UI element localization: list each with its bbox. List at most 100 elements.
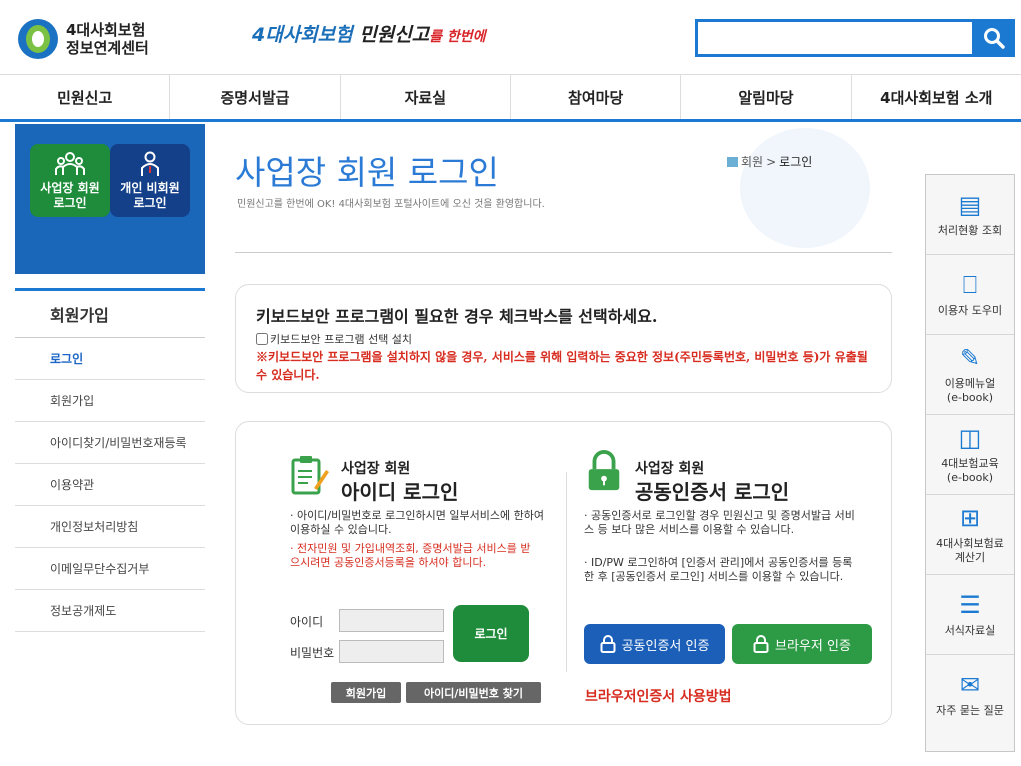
nav-item-about[interactable]: 4대사회보험 소개 [852, 75, 1021, 119]
side-menu-item-disclosure[interactable]: 정보공개제도 [15, 590, 205, 632]
nav-item-archive[interactable]: 자료실 [341, 75, 511, 119]
search-button[interactable] [972, 19, 1015, 57]
keyboard-security-checkbox[interactable] [256, 333, 268, 345]
browser-auth-button-label: 브라우저 인증 [775, 638, 851, 654]
side-menu-item-terms[interactable]: 이용약관 [15, 464, 205, 506]
keyboard-security-option[interactable]: 키보드보안 프로그램 선택 설치 [256, 331, 871, 347]
nav-item-notice[interactable]: 알림마당 [681, 75, 852, 119]
keyboard-security-checkbox-label[interactable]: 키보드보안 프로그램 선택 설치 [270, 331, 412, 347]
login-type-panel: 사업장 회원 로그인 개인 비회원 로그인 [15, 124, 205, 274]
calculator-icon: ⊞ [959, 503, 981, 532]
cert-auth-button-label: 공동인증서 인증 [621, 638, 710, 654]
cert-login-info-2: · ID/PW 로그인하여 [인증서 관리]에서 공동인증서를 등록한 후 [공… [584, 556, 853, 583]
document-search-icon: ▤ [958, 190, 982, 219]
quick-faq-label: 자주 묻는 질문 [936, 704, 1004, 717]
group-icon [55, 152, 85, 175]
lock-icon [753, 635, 769, 653]
logo-mark-icon [18, 19, 58, 59]
manual-icon: ✎ [959, 343, 981, 372]
search-input[interactable] [695, 19, 972, 57]
keyboard-security-warning: ※키보드보안 프로그램을 설치하지 않을 경우, 서비스를 위해 입력하는 중요… [256, 350, 868, 382]
id-login-info-1-text: 아이디/비밀번호로 로그인하시면 일부서비스에 한하여 이용하실 수 있습니다. [290, 509, 544, 536]
breadcrumb-current: 로그인 [779, 155, 813, 169]
cert-login-subtitle: 사업장 회원 [635, 461, 705, 477]
search-bar [695, 19, 1015, 57]
forms-icon: ☰ [959, 590, 981, 619]
quick-premium-calculator[interactable]: ⊞ 4대사회보험료 계산기 [926, 495, 1014, 575]
login-button[interactable]: 로그인 [453, 605, 529, 662]
breadcrumb-member[interactable]: 회원 [741, 153, 763, 170]
home-icon[interactable] [727, 156, 738, 167]
help-monitor-icon: ⎕ [962, 270, 978, 299]
login-box-divider [566, 472, 567, 672]
business-login-tab[interactable]: 사업장 회원 로그인 [30, 144, 110, 217]
id-login-info-1: · 아이디/비밀번호로 로그인하시면 일부서비스에 한하여 이용하실 수 있습니… [290, 509, 544, 536]
quick-faq[interactable]: ✉ 자주 묻는 질문 [926, 655, 1014, 735]
id-login-info-2: · 전자민원 및 가입내역조회, 증명서발급 서비스를 받으시려면 공동인증서등… [290, 542, 531, 569]
site-logo[interactable]: 4대사회보험 정보연계센터 [18, 18, 168, 60]
cert-login-info-2-text: ID/PW 로그인하여 [인증서 관리]에서 공동인증서를 등록한 후 [공동인… [584, 556, 853, 583]
person-icon [141, 151, 159, 176]
keyboard-security-box: 키보드보안 프로그램이 필요한 경우 체크박스를 선택하세요. 키보드보안 프로… [235, 284, 892, 393]
id-login-info-2-text: 전자민원 및 가입내역조회, 증명서발급 서비스를 받으시려면 공동인증서등록을… [290, 542, 531, 569]
quick-status-inquiry[interactable]: ▤ 처리현황 조회 [926, 175, 1014, 255]
quick-form-archive[interactable]: ☰ 서식자료실 [926, 575, 1014, 655]
slogan-banner: 4대사회보험 민원신고를 한번에 [252, 20, 486, 47]
cert-login-info-1: · 공동인증서로 로그인할 경우 민원신고 및 증명서발급 서비스 등 보다 많… [584, 509, 855, 536]
title-divider [235, 252, 892, 253]
slogan-part-3: 를 한번에 [429, 29, 486, 45]
side-menu-item-email-refusal[interactable]: 이메일무단수집거부 [15, 548, 205, 590]
faq-icon: ✉ [959, 671, 981, 699]
side-menu-item-privacy[interactable]: 개인정보처리방침 [15, 506, 205, 548]
nav-item-certificate[interactable]: 증명서발급 [170, 75, 341, 119]
quick-user-help-label: 이용자 도우미 [937, 303, 1003, 317]
breadcrumb: 회원 > 로그인 [727, 153, 812, 170]
join-button[interactable]: 회원가입 [331, 682, 401, 703]
quick-insurance-education[interactable]: ◫ 4대보험교육 (e-book) [926, 415, 1014, 495]
personal-login-tab[interactable]: 개인 비회원 로그인 [110, 144, 190, 217]
breadcrumb-separator: > [766, 154, 777, 169]
slogan-part-1: 4대사회보험 [252, 24, 353, 46]
business-tab-line-2: 로그인 [53, 196, 87, 210]
watermark-logo [740, 128, 870, 248]
logo-line-2: 정보연계센터 [66, 39, 149, 57]
password-input[interactable] [339, 640, 444, 663]
cert-auth-button[interactable]: 공동인증서 인증 [584, 624, 725, 664]
id-input[interactable] [339, 609, 444, 632]
side-menu-heading: 회원가입 [15, 288, 205, 338]
quick-user-manual[interactable]: ✎ 이용메뉴얼 (e-book) [926, 335, 1014, 415]
side-menu-item-find-account[interactable]: 아이디찾기/비밀번호재등록 [15, 422, 205, 464]
find-account-button[interactable]: 아이디/비밀번호 찾기 [406, 682, 541, 703]
cert-login-title: 공동인증서 로그인 [635, 480, 790, 504]
quick-status-inquiry-label: 처리현황 조회 [937, 223, 1003, 237]
slogan-part-2: 민원신고 [352, 24, 430, 46]
book-icon: ◫ [958, 423, 982, 452]
side-menu-item-login[interactable]: 로그인 [15, 338, 205, 380]
quick-user-help[interactable]: ⎕ 이용자 도우미 [926, 255, 1014, 335]
quick-user-manual-label: 이용메뉴얼 (e-book) [944, 376, 996, 404]
clipboard-icon [291, 456, 329, 495]
main-navigation: 민원신고 증명서발급 자료실 참여마당 알림마당 4대사회보험 소개 [0, 74, 1021, 122]
side-menu-item-join[interactable]: 회원가입 [15, 380, 205, 422]
nav-item-complaint[interactable]: 민원신고 [0, 75, 171, 119]
id-login-title: 아이디 로그인 [341, 480, 459, 504]
lock-icon [600, 635, 616, 653]
logo-text: 4대사회보험 정보연계센터 [66, 21, 149, 57]
logo-line-1: 4대사회보험 [66, 21, 146, 39]
browser-auth-button[interactable]: 브라우저 인증 [732, 624, 872, 664]
keyboard-security-title: 키보드보안 프로그램이 필요한 경우 체크박스를 선택하세요. [256, 307, 658, 326]
page-description: 민원신고를 한번에 OK! 4대사회보험 포털사이트에 오신 것을 환영합니다. [237, 199, 545, 210]
browser-cert-howto-link[interactable]: 브라우저인증서 사용방법 [585, 686, 732, 706]
lock-icon [588, 450, 620, 491]
nav-item-participation[interactable]: 참여마당 [511, 75, 682, 119]
search-icon [983, 28, 1005, 49]
id-login-subtitle: 사업장 회원 [341, 461, 411, 477]
quick-form-archive-label: 서식자료실 [944, 623, 996, 637]
business-tab-line-1: 사업장 회원 [40, 181, 100, 195]
personal-tab-line-1: 개인 비회원 [120, 181, 180, 195]
quick-premium-calculator-label: 4대사회보험료 계산기 [936, 536, 1004, 564]
cert-login-info-1-text: 공동인증서로 로그인할 경우 민원신고 및 증명서발급 서비스 등 보다 많은 … [584, 509, 855, 536]
quick-insurance-education-label: 4대보험교육 (e-book) [941, 456, 999, 484]
personal-tab-line-2: 로그인 [133, 196, 167, 210]
password-label: 비밀번호 [290, 646, 335, 660]
